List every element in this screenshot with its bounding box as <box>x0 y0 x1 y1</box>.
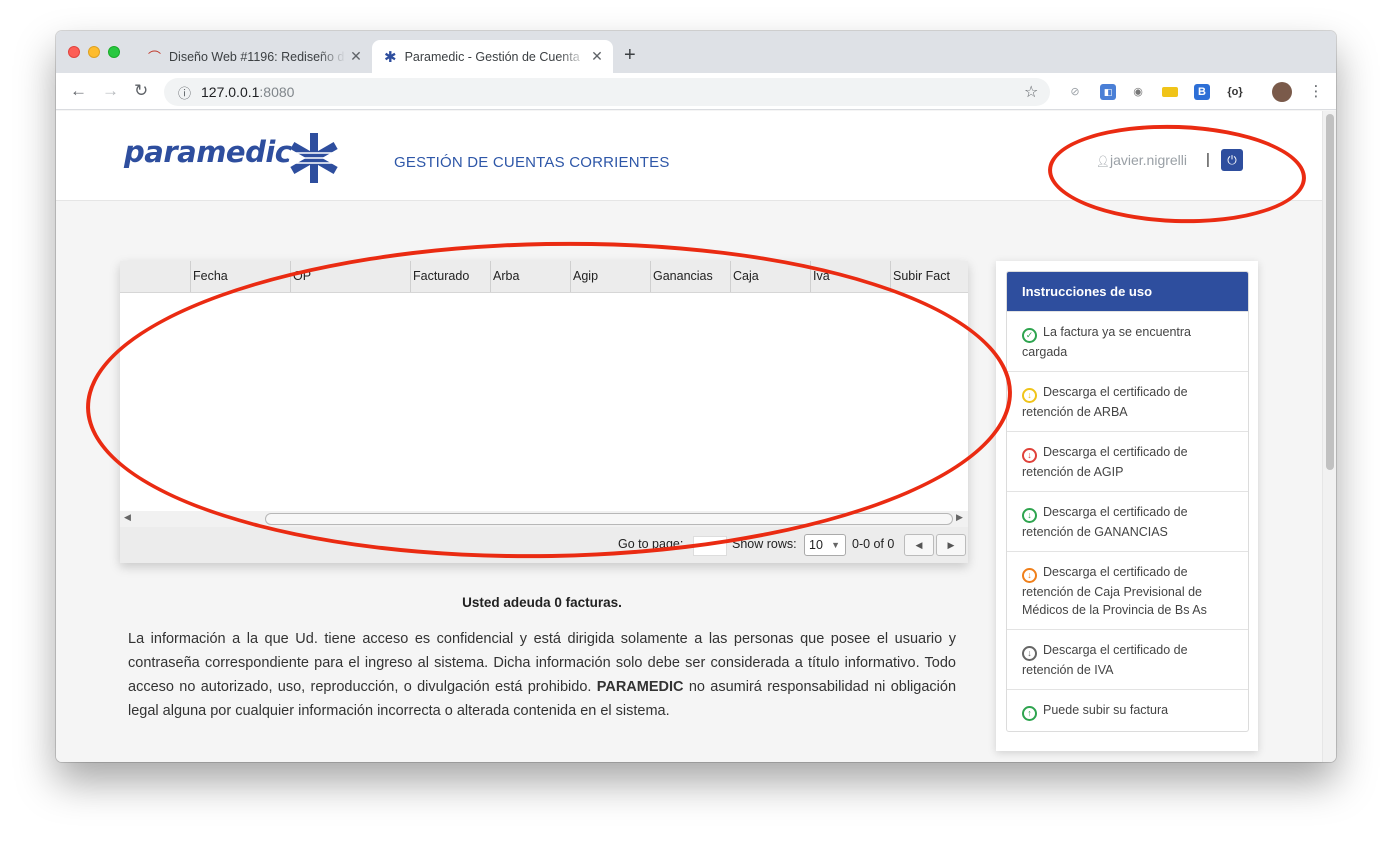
column-header[interactable] <box>120 261 190 292</box>
show-rows-value: 10 <box>809 538 823 552</box>
instruction-item: ✓ La factura ya se encuentra cargada <box>1007 311 1248 371</box>
bookmark-star-icon[interactable]: ☆ <box>1024 82 1038 102</box>
address-bar[interactable]: ⓘ 127.0.0.1:8080 <box>164 78 1050 106</box>
check-circle-icon: ✓ <box>1022 328 1037 343</box>
instruction-item: ↑ Puede subir su factura <box>1007 689 1248 731</box>
instruction-text: La factura ya se encuentra cargada <box>1022 325 1192 359</box>
close-window-button[interactable] <box>68 46 80 58</box>
close-tab-icon[interactable]: ✕ <box>346 48 366 65</box>
instruction-text: Descarga el certificado de retención de … <box>1022 643 1188 677</box>
scroll-left-icon[interactable]: ◀ <box>124 512 131 523</box>
new-tab-button[interactable]: + <box>624 44 636 67</box>
back-arrow-icon[interactable]: ← <box>70 81 87 101</box>
instruction-item: ↓ Descarga el certificado de retención de… <box>1007 551 1248 629</box>
url-host: 127.0.0.1 <box>201 84 260 100</box>
minimize-window-button[interactable] <box>88 46 100 58</box>
instruction-text: Descarga el certificado de retención de … <box>1022 565 1207 617</box>
instruction-text: Descarga el certificado de retención de … <box>1022 505 1188 539</box>
download-circle-icon: ↓ <box>1022 388 1037 403</box>
instruction-item: ↓ Descarga el certificado de retención de… <box>1007 629 1248 689</box>
disclaimer-text: La información a la que Ud. tiene acceso… <box>128 627 956 723</box>
star-of-life-icon <box>288 133 340 183</box>
tab-title: Paramedic - Gestión de Cuenta <box>404 49 580 64</box>
info-icon[interactable]: ⓘ <box>178 83 191 102</box>
braces-icon[interactable]: {o} <box>1224 84 1246 100</box>
vertical-scrollbar[interactable] <box>1322 111 1336 762</box>
tab-title: Diseño Web #1196: Rediseño d <box>169 49 345 64</box>
show-rows-select[interactable]: 10 ▼ <box>804 534 846 556</box>
avatar-icon[interactable] <box>1272 82 1292 102</box>
zoom-window-button[interactable] <box>108 46 120 58</box>
cloud-gauge-icon: ⌒ <box>148 50 162 65</box>
forward-arrow-icon[interactable]: → <box>102 81 119 101</box>
asterisk-logo-icon: ✱ <box>384 48 397 66</box>
upload-circle-icon: ↑ <box>1022 706 1037 721</box>
page-content: paramedic GESTIÓN DE CUENTAS CORRIENTES … <box>56 111 1322 762</box>
download-circle-icon: ↓ <box>1022 508 1037 523</box>
instructions-title: Instrucciones de uso <box>1007 272 1248 311</box>
menu-dots-icon[interactable]: ⋮ <box>1308 84 1324 100</box>
column-header-subir-fact[interactable]: Subir Fact <box>890 261 968 292</box>
instruction-item: ↓ Descarga el certificado de retención de… <box>1007 431 1248 491</box>
reload-icon[interactable]: ↻ <box>134 81 148 101</box>
page-title: GESTIÓN DE CUENTAS CORRIENTES <box>394 154 670 171</box>
browser-window: ⌒ Diseño Web #1196: Rediseño d ✕ ✱ Param… <box>56 31 1336 762</box>
b-icon[interactable]: B <box>1194 84 1210 100</box>
camera-icon[interactable]: ◉ <box>1130 84 1146 100</box>
instruction-item: ↓ Descarga el certificado de retención de… <box>1007 371 1248 431</box>
browser-toolbar: ← → ↻ ⓘ 127.0.0.1:8080 ☆ ⊘ ◧ ◉ B {o} ⋮ <box>56 73 1336 110</box>
next-page-button[interactable]: ▶ <box>936 534 966 556</box>
instruction-text: Descarga el certificado de retención de … <box>1022 385 1188 419</box>
instruction-text: Descarga el certificado de retención de … <box>1022 445 1188 479</box>
instruction-text: Puede subir su factura <box>1043 703 1169 717</box>
invoice-summary: Usted adeuda 0 facturas. <box>462 595 622 610</box>
disclaimer-brand: PARAMEDIC <box>596 679 684 695</box>
browser-tab-2[interactable]: ✱ Paramedic - Gestión de Cuenta ✕ <box>372 40 613 73</box>
instructions-panel: Instrucciones de uso ✓ La factura ya se e… <box>996 261 1258 751</box>
paramedic-logo: paramedic <box>124 135 292 169</box>
tab-strip: ⌒ Diseño Web #1196: Rediseño d ✕ ✱ Param… <box>56 31 1336 73</box>
chevron-left-icon: ◀ <box>915 540 923 550</box>
chevron-right-icon: ▶ <box>947 540 955 550</box>
translate-icon[interactable]: ◧ <box>1100 84 1116 100</box>
scroll-right-icon[interactable]: ▶ <box>956 512 963 523</box>
download-circle-icon: ↓ <box>1022 568 1037 583</box>
prev-page-button[interactable]: ◀ <box>904 534 934 556</box>
check-icon[interactable]: ⊘ <box>1067 84 1083 100</box>
browser-tab-1[interactable]: ⌒ Diseño Web #1196: Rediseño d ✕ <box>136 40 372 73</box>
chevron-down-icon: ▼ <box>831 540 840 550</box>
download-circle-icon: ↓ <box>1022 646 1037 661</box>
row-count: 0-0 of 0 <box>852 537 895 551</box>
url-port: :8080 <box>259 84 295 100</box>
instruction-item: ↓ Descarga el certificado de retención de… <box>1007 491 1248 551</box>
instructions-list: Instrucciones de uso ✓ La factura ya se e… <box>1006 271 1249 732</box>
scroll-thumb[interactable] <box>1326 114 1334 470</box>
close-tab-icon[interactable]: ✕ <box>587 48 607 65</box>
download-circle-icon: ↓ <box>1022 448 1037 463</box>
ruler-icon[interactable] <box>1162 87 1178 97</box>
